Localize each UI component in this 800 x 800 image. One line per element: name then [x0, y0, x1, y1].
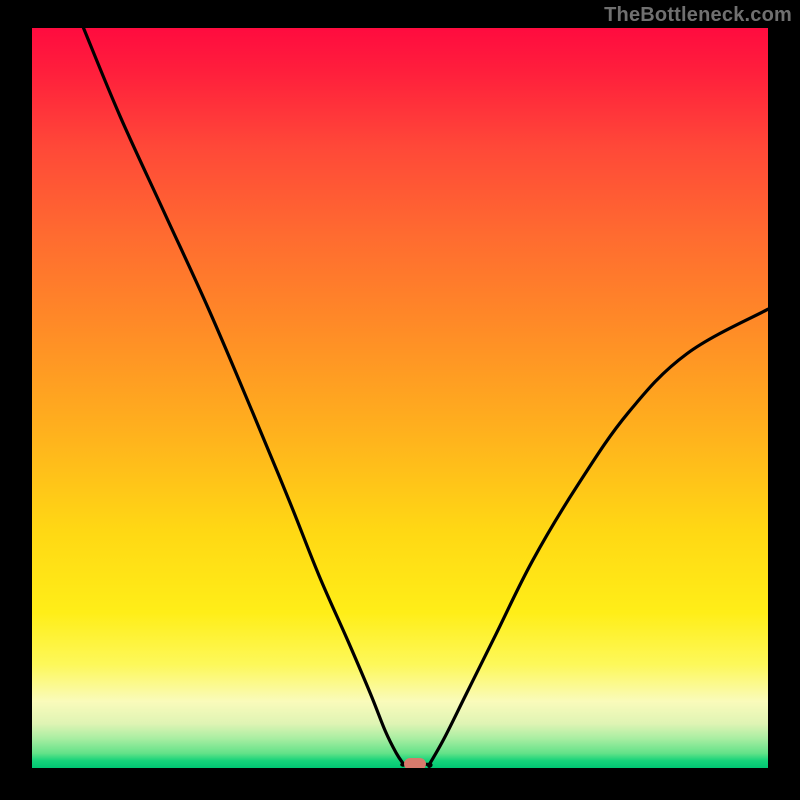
plot-area: [32, 28, 768, 768]
watermark-text: TheBottleneck.com: [604, 4, 792, 27]
chart-frame: TheBottleneck.com: [0, 0, 800, 800]
minimum-marker: [404, 758, 426, 768]
curve-line: [32, 28, 768, 768]
bottleneck-curve: [84, 28, 768, 766]
